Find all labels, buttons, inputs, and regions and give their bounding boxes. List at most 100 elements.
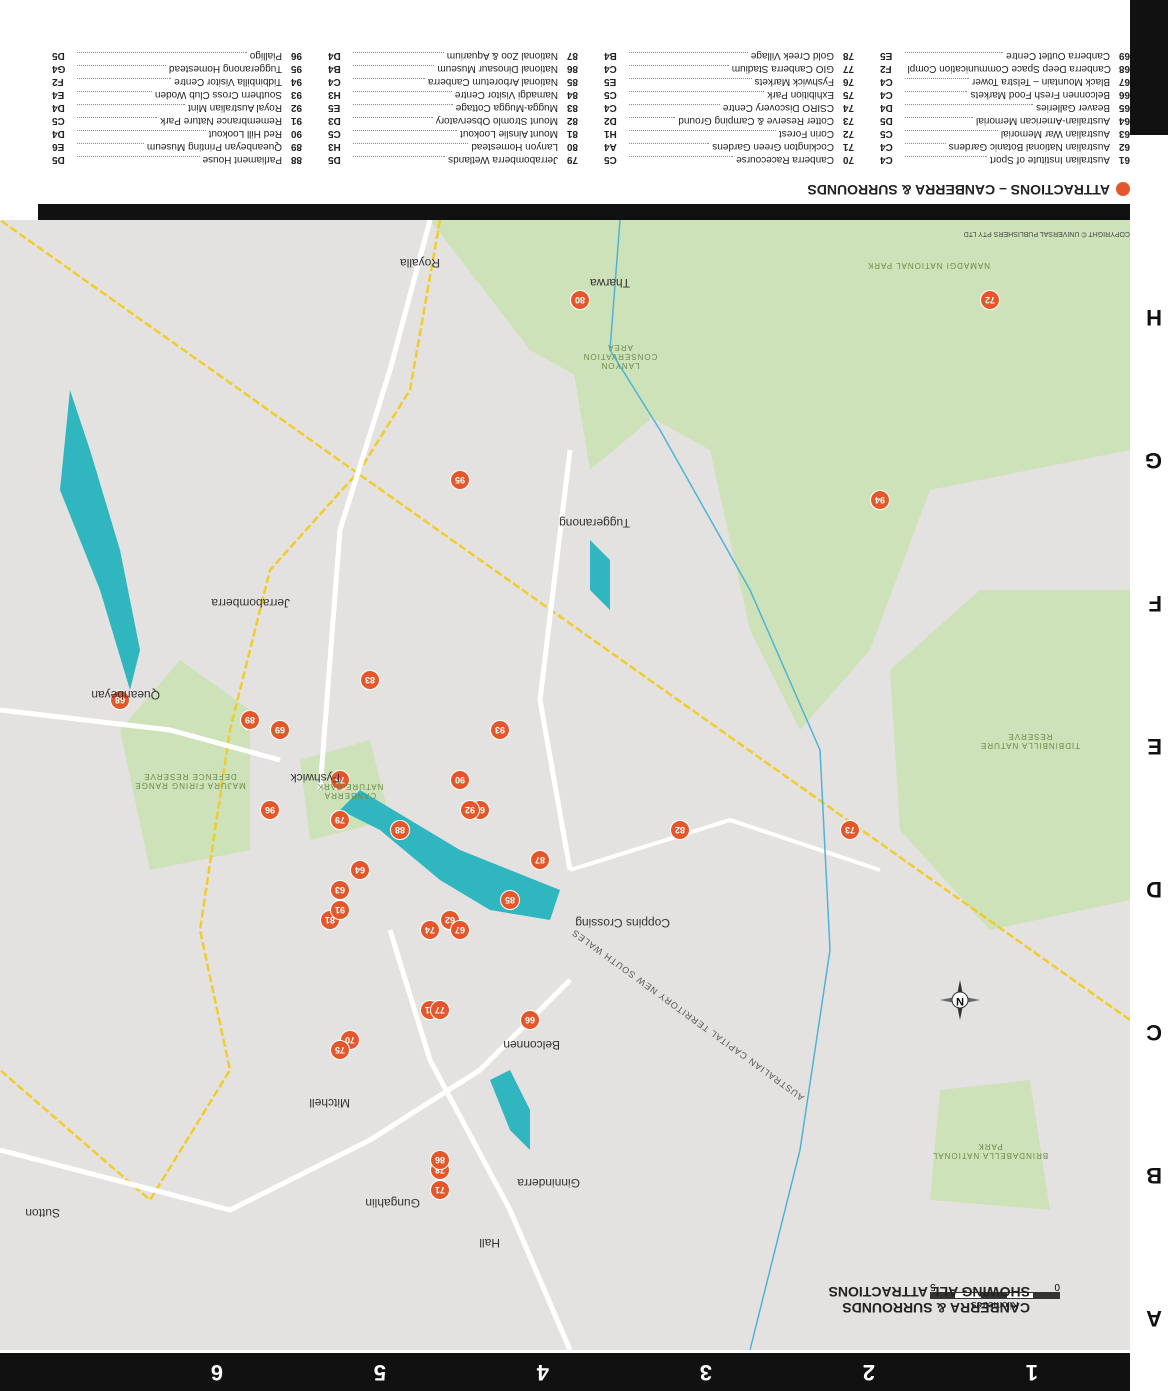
attraction-list-item[interactable]: 68 Canberra Deep Space Communication Comp… [880,62,1130,75]
attraction-marker-86[interactable]: 86 [430,1150,450,1170]
attraction-list-item[interactable]: 88 Parliament House D5 [52,153,302,166]
attraction-list-item[interactable]: 83 Mugga-Mugga Cottage E5 [328,101,578,114]
attraction-marker-67[interactable]: 67 [450,920,470,940]
attraction-list-item[interactable]: 74 CSIRO Discovery Centre C4 [604,101,854,114]
attraction-list-item[interactable]: 70 Canberra Racecourse C5 [604,153,854,166]
attraction-list-item[interactable]: 96 Pialligo D5 [52,49,302,62]
attraction-list-item[interactable]: 93 Southern Cross Club Woden E4 [52,88,302,101]
tidbinbilla-park-shape [890,590,1130,930]
leader-dots [77,104,186,114]
attraction-list-item[interactable]: 75 Exhibition Park C5 [604,88,854,101]
attraction-marker-69[interactable]: 69 [270,720,290,740]
attraction-marker-80[interactable]: 80 [570,290,590,310]
attraction-marker-92[interactable]: 92 [460,800,480,820]
attraction-marker-94[interactable]: 94 [870,490,890,510]
attraction-marker-75[interactable]: 75 [330,1040,350,1060]
attraction-marker-66[interactable]: 66 [520,1010,540,1030]
attraction-list-item[interactable]: 65 Beaver Galleries D4 [880,101,1130,114]
attraction-marker-77[interactable]: 77 [430,1000,450,1020]
attraction-marker-79[interactable]: 79 [330,810,350,830]
attraction-list-item[interactable]: 64 Australian-American Memorial D5 [880,114,1130,127]
attraction-list-item[interactable]: 71 Cockington Green Gardens A4 [604,140,854,153]
attraction-name: Belconnen Fresh Food Markets [970,89,1110,100]
attraction-grid-ref: E5 [604,76,617,87]
attraction-list-item[interactable]: 92 Royal Australian Mint D4 [52,101,302,114]
attraction-marker-93[interactable]: 93 [490,720,510,740]
leader-dots [629,104,720,114]
attraction-grid-ref: D5 [52,154,65,165]
leader-dots [353,104,453,114]
attraction-list-item[interactable]: 73 Cotter Reserve & Camping Ground D2 [604,114,854,127]
leader-dots [77,130,206,140]
park-label-namadgi: NAMADGI NATIONAL PARK [866,261,990,270]
attraction-marker-91[interactable]: 91 [330,900,350,920]
attraction-marker-72[interactable]: 72 [980,290,1000,310]
attraction-marker-90[interactable]: 90 [450,770,470,790]
attraction-marker-63[interactable]: 63 [330,880,350,900]
attraction-number: 83 [566,102,578,113]
attraction-name: Red Hill Lookout [208,128,282,139]
attraction-number: 75 [842,89,854,100]
leader-dots [353,156,446,166]
lake-tuggeranong-shape [590,540,610,610]
attraction-marker-71[interactable]: 71 [430,1180,450,1200]
attraction-marker-64[interactable]: 64 [350,860,370,880]
attraction-marker-83[interactable]: 83 [360,670,380,690]
attraction-list-item[interactable]: 81 Mount Ainslie Lookout C5 [328,127,578,140]
attraction-name: Fyshwick Markets [754,76,834,87]
leader-dots [77,117,158,127]
attraction-list-item[interactable]: 84 Namadgi Visitor Centre H3 [328,88,578,101]
attraction-list-item[interactable]: 69 Canberra Outlet Centre E5 [880,49,1130,62]
map-area[interactable]: 6162636465666768697071727374757677787980… [0,220,1130,1350]
town-hall: Hall [479,1236,500,1250]
attraction-list-item[interactable]: 63 Australian War Memorial C5 [880,127,1130,140]
attraction-list-item[interactable]: 90 Red Hill Lookout D4 [52,127,302,140]
attraction-grid-ref: B4 [604,50,617,61]
attraction-list-item[interactable]: 66 Belconnen Fresh Food Markets C4 [880,88,1130,101]
attraction-list-item[interactable]: 86 National Dinosaur Museum B4 [328,62,578,75]
attraction-grid-ref: C4 [604,63,617,74]
attraction-list-item[interactable]: 80 Lanyon Homestead H3 [328,140,578,153]
attraction-list-item[interactable]: 76 Fyshwick Markets E5 [604,75,854,88]
attraction-list-item[interactable]: 82 Mount Stromlo Observatory D3 [328,114,578,127]
attraction-marker-85[interactable]: 85 [500,890,520,910]
attraction-marker-88[interactable]: 88 [390,820,410,840]
attraction-name: Corin Forest [778,128,834,139]
town-mitchell: Mitchell [309,1096,350,1110]
attraction-list-item[interactable]: 94 Tidbinbilla Visitor Centre F2 [52,75,302,88]
attraction-list-item[interactable]: 77 GIO Canberra Stadium C4 [604,62,854,75]
attraction-list-item[interactable]: 79 Jerrabomberra Wetlands D5 [328,153,578,166]
attraction-grid-ref: F2 [52,76,64,87]
attraction-grid-ref: D4 [328,50,341,61]
attraction-marker-87[interactable]: 87 [530,850,550,870]
attraction-list-item[interactable]: 91 Remembrance Nature Park C5 [52,114,302,127]
attraction-marker-89[interactable]: 89 [240,710,260,730]
legend-title: ATTRACTIONS – CANBERRA & SURROUNDS [807,182,1110,198]
attraction-name: Canberra Outlet Centre [1006,50,1110,61]
leader-dots [629,52,748,62]
attraction-marker-95[interactable]: 95 [450,470,470,490]
attraction-list-item[interactable]: 61 Australian Institute of Sport C4 [880,153,1130,166]
attraction-list-item[interactable]: 62 Australian National Botanic Gardens C4 [880,140,1130,153]
attraction-list-item[interactable]: 87 National Zoo & Aquarium D4 [328,49,578,62]
attraction-list-item[interactable]: 72 Corin Forest H1 [604,127,854,140]
attraction-marker-74[interactable]: 74 [420,920,440,940]
grid-row-D: D [1146,877,1162,902]
attraction-list-item[interactable]: 78 Gold Creek Village B4 [604,49,854,62]
attraction-list-item[interactable]: 95 Tuggeranong Homestead G4 [52,62,302,75]
grid-row-A: A [1146,1306,1162,1331]
attraction-marker-96[interactable]: 96 [260,800,280,820]
attraction-marker-82[interactable]: 82 [670,820,690,840]
leader-dots [629,91,765,101]
leader-dots [353,78,425,88]
attraction-list-item[interactable]: 89 Queanbeyan Printing Museum E6 [52,140,302,153]
attraction-list-item[interactable]: 85 National Arboretum Canberra C4 [328,75,578,88]
attraction-grid-ref: G4 [52,63,66,74]
leader-dots [353,143,469,153]
attraction-grid-ref: D3 [328,115,341,126]
lake-ginninderra-shape [490,1070,530,1150]
attraction-marker-73[interactable]: 73 [840,820,860,840]
leader-dots [629,130,776,140]
attraction-number: 64 [1118,115,1130,126]
attraction-list-item[interactable]: 67 Black Mountain – Telstra Tower C4 [880,75,1130,88]
